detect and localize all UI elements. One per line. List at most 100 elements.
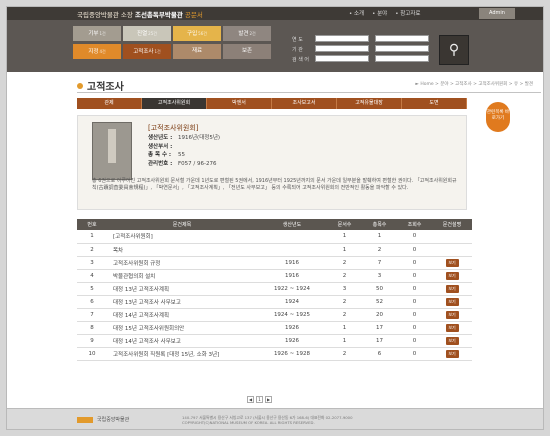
document-title-cell[interactable]: 고적조사위원회 규정 (107, 256, 257, 270)
table-row[interactable]: 2 목차 1 2 0 (77, 243, 472, 257)
field-department: 생산부서 : (148, 143, 173, 150)
table-row[interactable]: 9 대정 14년 고적조사 사무보고 1926 1 17 0 보기 (77, 334, 472, 348)
tab-drawings[interactable]: 도면 (402, 98, 467, 109)
document-view-icon[interactable]: 보기 (445, 323, 459, 332)
table-cell: 1926 ~ 1928 (257, 347, 327, 361)
table-cell: 8 (77, 321, 107, 335)
document-view-icon[interactable]: 보기 (445, 310, 459, 319)
view-cell: 보기 (432, 269, 472, 283)
copyright-text: COPYRIGHT(C)NATIONAL MUSEUM OF KOREA. AL… (182, 420, 315, 425)
keyword-field-select[interactable] (315, 55, 369, 62)
related-list-button[interactable]: 관련목록 바로가기 (486, 102, 510, 132)
category-label: 구입 (187, 31, 198, 37)
table-cell: 1 (77, 230, 107, 244)
top-link-intro[interactable]: • 소개 (349, 9, 364, 17)
page: 국립중앙박물관 소장 조선총독부박물관 공문서 • 소개 • 분야 • 참고자료… (6, 6, 544, 430)
document-title-cell[interactable]: 대정 13년 고적조사 사무보고 (107, 295, 257, 309)
tab-committee[interactable]: 고적조사위원회 (142, 98, 207, 109)
view-cell: 보기 (432, 295, 472, 309)
agency-label: 기 관 (292, 47, 303, 53)
document-title-cell[interactable]: 대정 15년 고적조사위원회의안 (107, 321, 257, 335)
table-cell: 6 (77, 295, 107, 309)
table-cell: 52 (362, 295, 397, 309)
column-header: 생산년도 (257, 219, 327, 230)
view-cell: 보기 (432, 256, 472, 270)
table-row[interactable]: 6 대정 13년 고적조사 사무보고 1924 2 52 0 보기 (77, 295, 472, 309)
category-donation[interactable]: 기부1건 (73, 26, 121, 41)
document-title-cell[interactable]: 대정 14년 고적조사 사무보고 (107, 334, 257, 348)
page-number[interactable]: 1 (256, 396, 263, 403)
category-designation[interactable]: 지정4건 (73, 44, 121, 59)
view-cell: 보기 (432, 334, 472, 348)
table-cell: 20 (362, 308, 397, 322)
document-view-icon[interactable]: 보기 (445, 258, 459, 267)
document-info: [고적조사위원회] 생산년도 :1916년(대정5년) 생산부서 : 총 목 수… (77, 115, 467, 210)
document-view-icon[interactable]: 보기 (445, 284, 459, 293)
document-description: 총 6권으로 이루어진 고적조사위원회 문서철 가운데 1년도로 편철된 5권에… (92, 178, 457, 191)
table-header: 번호 문건제목 생산년도 문서수 총목수 조회수 문건설명 (77, 219, 472, 230)
table-cell: 2 (327, 256, 362, 270)
document-title-cell[interactable]: 대정 13년 고적조사계획 (107, 282, 257, 296)
table-cell: 17 (362, 334, 397, 348)
document-title-cell[interactable]: 목차 (107, 243, 257, 257)
document-title-cell[interactable]: 박물관협의회 설치 (107, 269, 257, 283)
section-tabs: 관제 고적조사위원회 박엔서 조사보고서 고적유물대장 도면 (77, 98, 467, 109)
category-materials[interactable]: 재료 (173, 44, 221, 59)
tab-survey-reports[interactable]: 조사보고서 (272, 98, 337, 109)
agency-sub-select[interactable] (375, 45, 429, 52)
book-cover-label (108, 129, 116, 163)
view-cell (432, 230, 472, 244)
category-exhibit[interactable]: 진열25건 (123, 26, 171, 41)
document-title-cell[interactable]: 대정 14년 고적조사계획 (107, 308, 257, 322)
category-label: 지정 (88, 49, 99, 55)
category-discovery[interactable]: 발견2건 (223, 26, 271, 41)
search-button[interactable]: ⚲ (439, 35, 469, 65)
category-label: 재료 (191, 48, 203, 54)
footer-logo-name: 국립중앙박물관 (97, 417, 130, 423)
document-view-icon[interactable]: 보기 (445, 297, 459, 306)
footer-address: 140-797 서울특별시 용산구 서빙고로 137 (서울시 용산구 용산동 … (182, 415, 353, 425)
document-view-icon[interactable]: 보기 (445, 271, 459, 280)
table-cell: 1 (327, 243, 362, 257)
tab-gwanje[interactable]: 관제 (77, 98, 142, 109)
top-link-fields[interactable]: • 분야 (372, 9, 387, 17)
admin-button[interactable]: Admin (479, 8, 515, 19)
table-row[interactable]: 3 고적조사위원회 규정 1916 2 7 0 보기 (77, 256, 472, 270)
tab-relic-registry[interactable]: 고적유물대장 (337, 98, 402, 109)
category-ancient-survey[interactable]: 고적조사1건 (123, 44, 171, 59)
table-row[interactable]: 5 대정 13년 고적조사계획 1922 ~ 1924 3 50 0 보기 (77, 282, 472, 296)
next-page-button[interactable]: ▶ (265, 396, 272, 403)
table-row[interactable]: 4 박물관협의회 설치 1916 2 3 0 보기 (77, 269, 472, 283)
keyword-input[interactable] (375, 55, 429, 62)
tab-documents[interactable]: 박엔서 (207, 98, 272, 109)
table-cell: 3 (362, 269, 397, 283)
table-cell: 1916 (257, 256, 327, 270)
year-to-select[interactable] (375, 35, 429, 42)
top-links: • 소개 • 분야 • 참고자료 (349, 9, 420, 17)
column-header: 문건설명 (432, 219, 472, 230)
category-conservation[interactable]: 보존 (223, 44, 271, 59)
agency-select[interactable] (315, 45, 369, 52)
top-link-references[interactable]: • 참고자료 (395, 9, 420, 17)
document-title-cell[interactable]: 고적조사위원회 직원록 [대정 15년, 소화 3년] (107, 347, 257, 361)
table-row[interactable]: 8 대정 15년 고적조사위원회의안 1926 1 17 0 보기 (77, 321, 472, 335)
site-title[interactable]: 국립중앙박물관 소장 조선총독부박물관 공문서 (77, 9, 203, 19)
pagination: ◀ 1 ▶ (247, 396, 272, 403)
table-cell: 1 (327, 334, 362, 348)
document-title-cell[interactable]: [고적조사위원회] (107, 230, 257, 244)
prev-page-button[interactable]: ◀ (247, 396, 254, 403)
document-view-icon[interactable]: 보기 (445, 336, 459, 345)
footer-logo[interactable]: 국립중앙박물관 (77, 416, 129, 423)
year-from-select[interactable] (315, 35, 369, 42)
table-cell: 3 (77, 256, 107, 270)
category-purchase[interactable]: 구입56건 (173, 26, 221, 41)
table-row[interactable]: 1 [고적조사위원회] 1 1 0 (77, 230, 472, 244)
column-header: 총목수 (362, 219, 397, 230)
table-row[interactable]: 10 고적조사위원회 직원록 [대정 15년, 소화 3년] 1926 ~ 1928… (77, 347, 472, 361)
table-row[interactable]: 7 대정 14년 고적조사계획 1924 ~ 1925 2 20 0 보기 (77, 308, 472, 322)
table-cell: 2 (327, 308, 362, 322)
view-cell (432, 243, 472, 257)
category-count: 1건 (99, 31, 106, 36)
table-cell: 0 (397, 256, 432, 270)
document-view-icon[interactable]: 보기 (445, 349, 459, 358)
